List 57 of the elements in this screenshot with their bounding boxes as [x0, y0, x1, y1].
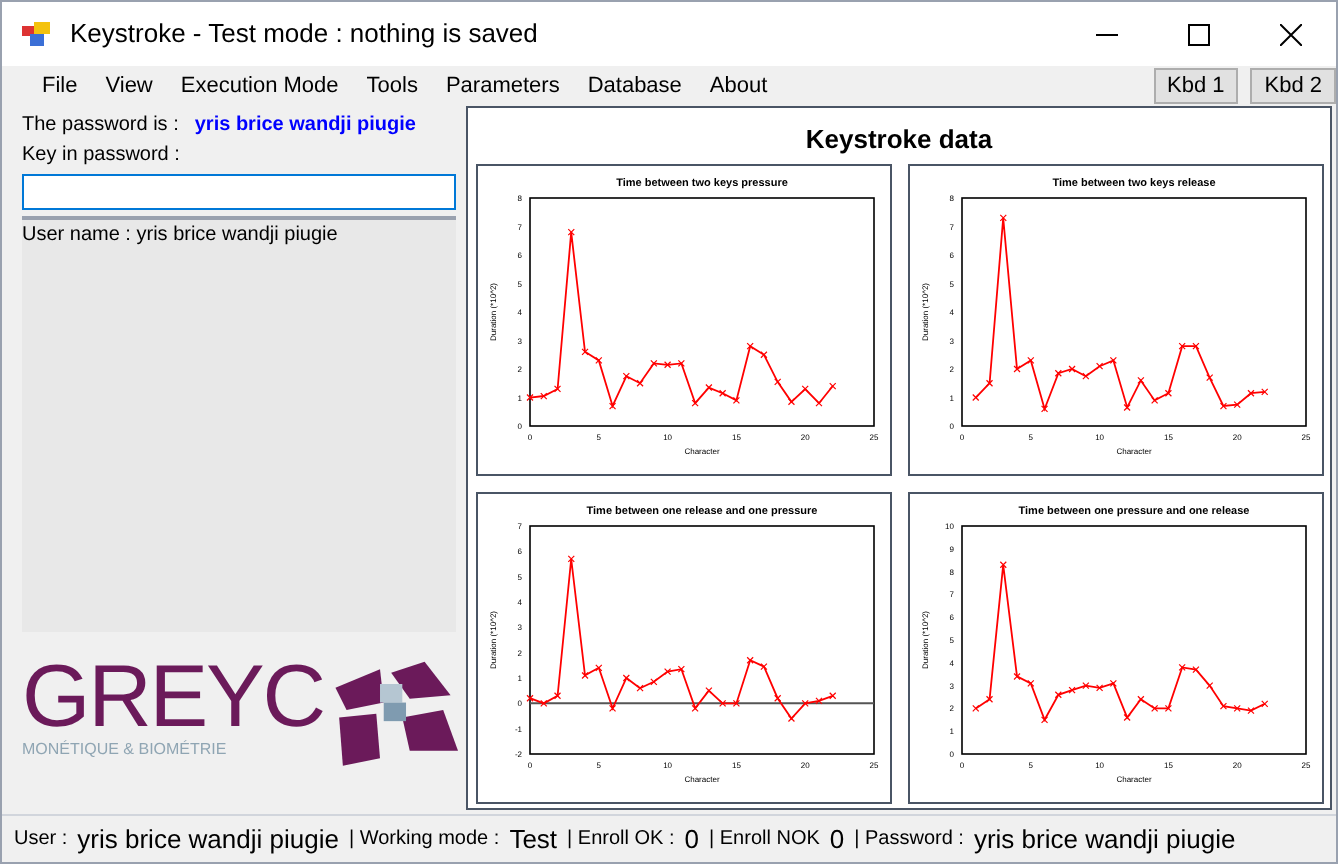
panel-title: Keystroke data: [805, 122, 993, 158]
point: [525, 693, 533, 701]
point: [800, 384, 808, 392]
logo-text: GREYC: [22, 658, 324, 738]
minimize-icon: [1095, 33, 1117, 35]
point: [1095, 683, 1103, 691]
point: [1260, 699, 1268, 707]
app-icon: [22, 22, 50, 46]
password-text: yris brice wandji piugie: [194, 112, 416, 140]
status-label: User :: [14, 826, 68, 854]
status-value: yris brice wandji piugie: [973, 821, 1236, 858]
logo-subtitle: MONÉTIQUE & BIOMÉTRIE: [22, 738, 229, 762]
point: [814, 398, 822, 406]
status-label: | Password :: [854, 826, 964, 854]
status-value: 0: [684, 821, 699, 858]
password-label: The password is :: [22, 112, 179, 140]
keyboard-button[interactable]: Kbd 2: [1250, 68, 1336, 104]
user-name-text: User name : yris brice wandji piugie: [22, 222, 340, 250]
point: [745, 655, 753, 663]
menu-item[interactable]: Execution Mode: [166, 69, 353, 103]
menu-item[interactable]: File: [28, 69, 92, 103]
keyboard-button[interactable]: Kbd 1: [1153, 68, 1239, 104]
point: [1191, 665, 1199, 673]
point: [1232, 400, 1240, 408]
menu-item[interactable]: About: [695, 69, 782, 103]
status-value: yris brice wandji piugie: [77, 821, 339, 858]
status-label: | Enroll NOK: [709, 826, 820, 854]
point: [663, 360, 671, 368]
password-input-field[interactable]: [22, 174, 456, 210]
point: [773, 377, 781, 385]
point: [759, 662, 767, 670]
key-in-label: Key in password :: [22, 142, 182, 170]
point: [1246, 706, 1254, 714]
menu-item[interactable]: Tools: [352, 69, 432, 103]
point: [759, 350, 767, 358]
point: [635, 378, 643, 386]
point: [1081, 681, 1089, 689]
status-value: 0: [829, 821, 845, 858]
point: [1191, 341, 1199, 349]
point: [704, 686, 712, 694]
maximize-icon: [1187, 23, 1209, 45]
window-title: Keystroke - Test mode : nothing is saved: [70, 16, 538, 53]
point: [1095, 361, 1103, 369]
menu-item[interactable]: Database: [573, 69, 696, 103]
close-icon: [1279, 23, 1301, 45]
point: [1136, 694, 1144, 702]
point: [539, 391, 547, 399]
menu-item[interactable]: Parameters: [431, 69, 574, 103]
menu-item[interactable]: View: [91, 69, 167, 103]
status-label: | Enroll OK :: [567, 826, 675, 854]
status-label: | Working mode :: [348, 826, 500, 854]
point: [1246, 388, 1254, 396]
point: [718, 388, 726, 396]
status-value: Test: [509, 821, 558, 858]
point: [1205, 681, 1213, 689]
point: [814, 696, 822, 704]
point: [828, 381, 836, 389]
